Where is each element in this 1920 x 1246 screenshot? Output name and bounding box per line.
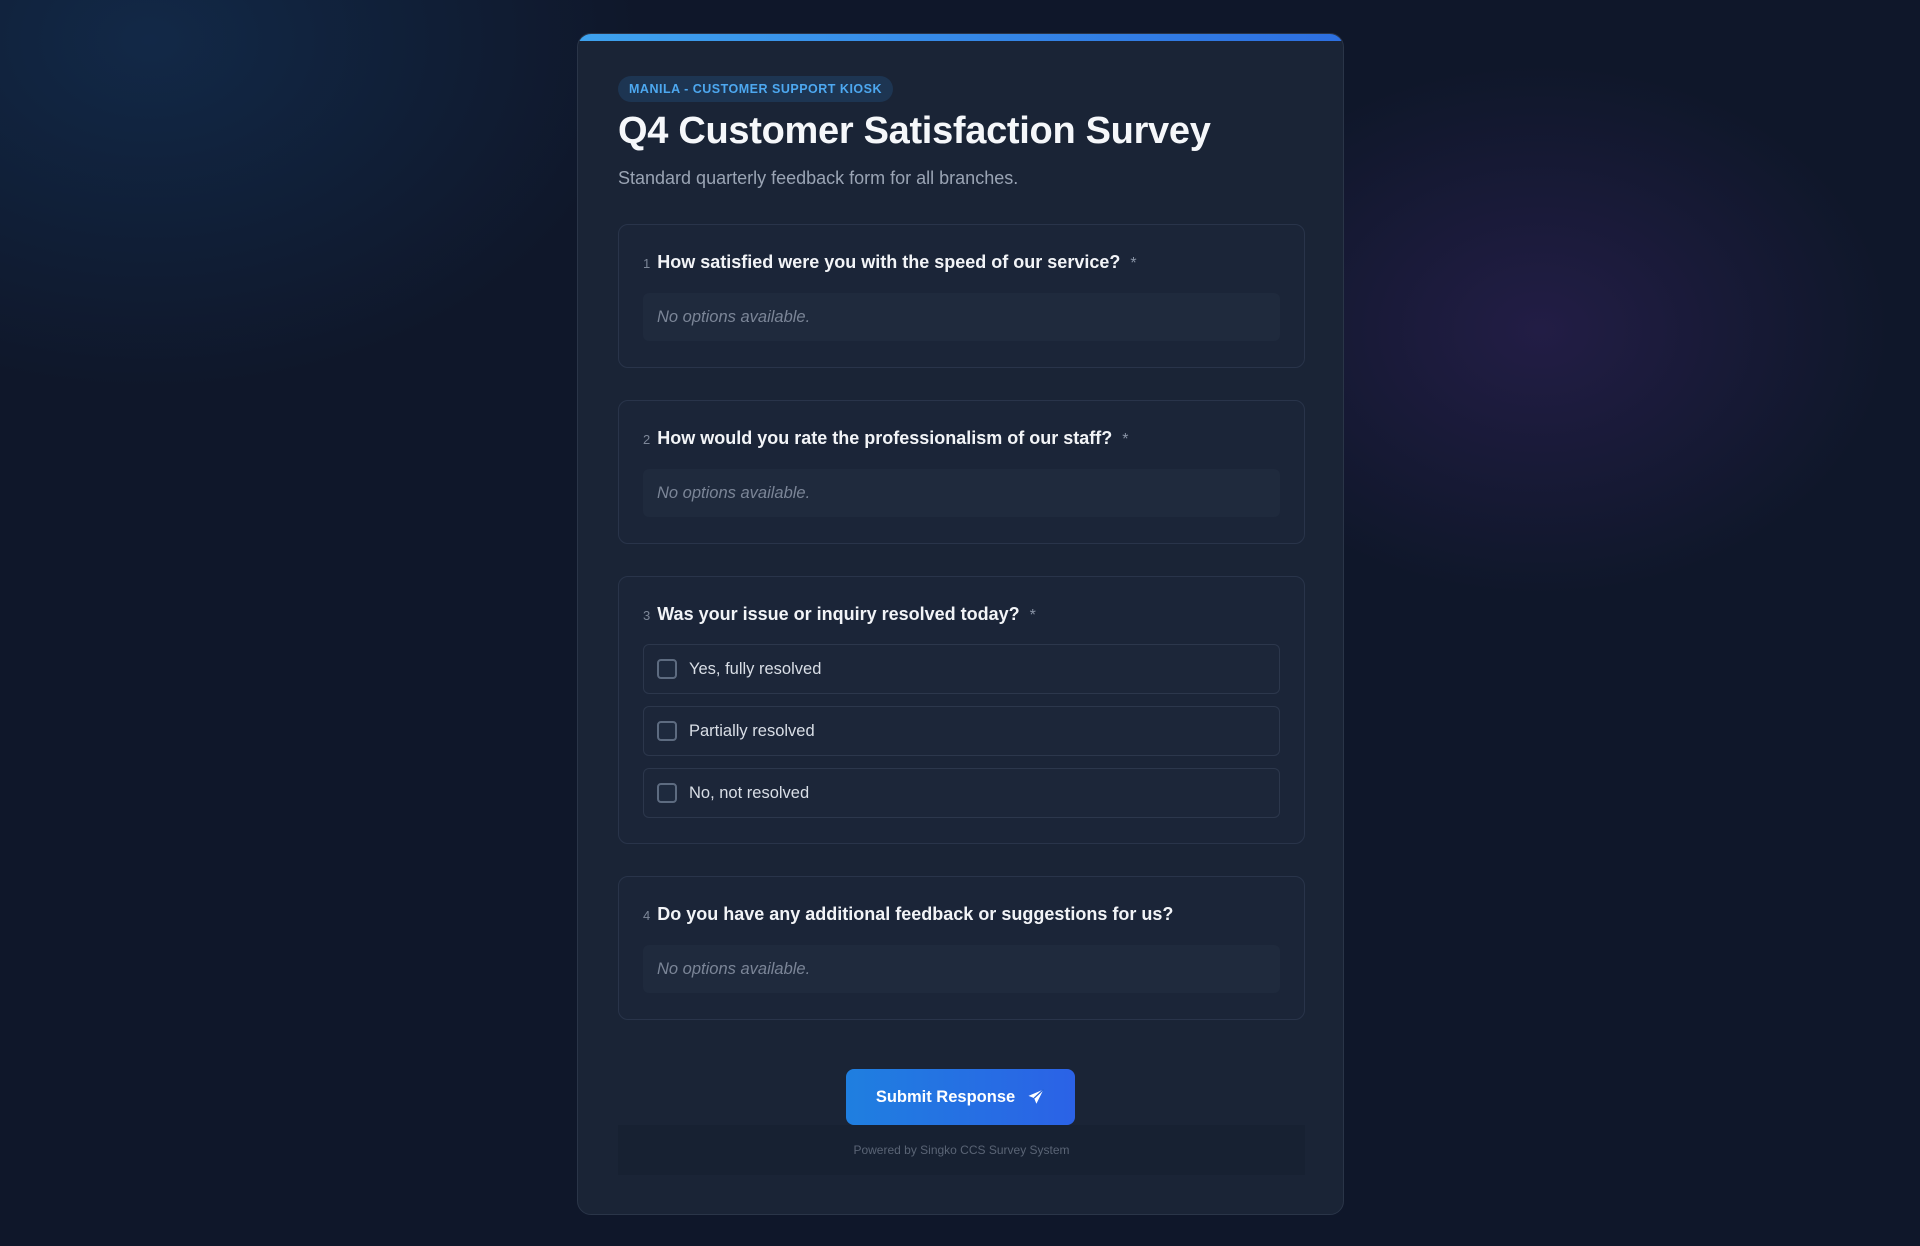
- no-options-placeholder: No options available.: [643, 469, 1280, 517]
- option-not-resolved[interactable]: No, not resolved: [643, 768, 1280, 818]
- submit-button-label: Submit Response: [875, 1087, 1016, 1106]
- survey-card: MANILA - CUSTOMER SUPPORT KIOSK Q4 Custo…: [577, 33, 1344, 1215]
- question-card-2: 2 How would you rate the professionalism…: [618, 400, 1305, 544]
- checkbox-unchecked-icon[interactable]: [657, 721, 677, 741]
- required-marker: *: [1029, 607, 1036, 624]
- question-header: 3 Was your issue or inquiry resolved tod…: [643, 604, 1036, 625]
- question-text: Do you have any additional feedback or s…: [657, 904, 1174, 924]
- submit-response-button[interactable]: Submit Response: [846, 1069, 1075, 1125]
- page-subtitle: Standard quarterly feedback form for all…: [618, 168, 1019, 188]
- no-options-placeholder: No options available.: [643, 945, 1280, 993]
- question-text: How satisfied were you with the speed of…: [657, 252, 1121, 272]
- question-number: 4: [643, 908, 651, 923]
- option-partially-resolved[interactable]: Partially resolved: [643, 706, 1280, 756]
- location-badge: MANILA - CUSTOMER SUPPORT KIOSK: [618, 76, 894, 102]
- question-card-1: 1 How satisfied were you with the speed …: [618, 224, 1305, 368]
- question-text: Was your issue or inquiry resolved today…: [657, 604, 1020, 624]
- question-card-3: 3 Was your issue or inquiry resolved tod…: [618, 576, 1305, 844]
- option-label: No, not resolved: [689, 783, 810, 802]
- option-label: Yes, fully resolved: [689, 659, 822, 678]
- paper-plane-icon: [1028, 1089, 1045, 1104]
- question-header: 2 How would you rate the professionalism…: [643, 428, 1129, 449]
- option-yes-fully-resolved[interactable]: Yes, fully resolved: [643, 644, 1280, 694]
- question-header: 1 How satisfied were you with the speed …: [643, 252, 1137, 273]
- question-number: 1: [643, 256, 651, 271]
- required-marker: *: [1122, 431, 1129, 448]
- card-accent-bar: [578, 34, 1343, 41]
- option-label: Partially resolved: [689, 721, 815, 740]
- question-header: 4 Do you have any additional feedback or…: [643, 904, 1173, 925]
- question-number: 2: [643, 432, 651, 447]
- checkbox-unchecked-icon[interactable]: [657, 659, 677, 679]
- question-number: 3: [643, 608, 651, 623]
- powered-by-footer: Powered by Singko CCS Survey System: [618, 1125, 1305, 1175]
- checkbox-unchecked-icon[interactable]: [657, 783, 677, 803]
- no-options-placeholder: No options available.: [643, 293, 1280, 341]
- question-card-4: 4 Do you have any additional feedback or…: [618, 876, 1305, 1020]
- page-title: Q4 Customer Satisfaction Survey: [618, 110, 1211, 152]
- required-marker: *: [1130, 255, 1137, 272]
- question-text: How would you rate the professionalism o…: [657, 428, 1113, 448]
